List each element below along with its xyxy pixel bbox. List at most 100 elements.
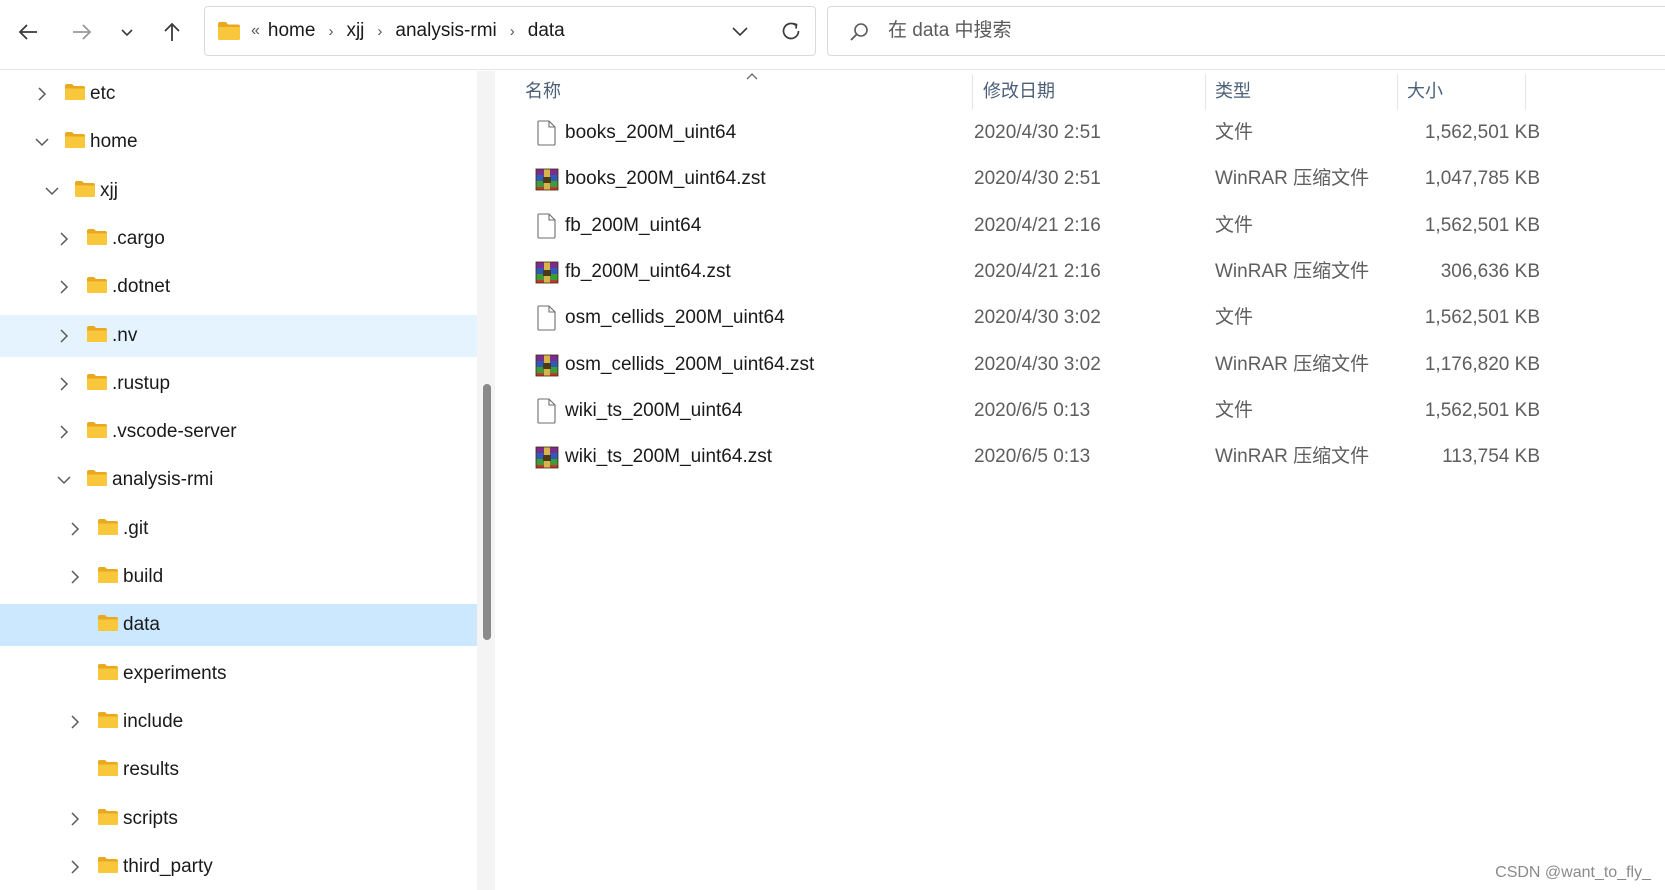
chevron-down-icon[interactable]: [730, 21, 750, 41]
tree-item-label: .git: [123, 517, 149, 539]
file-row[interactable]: wiki_ts_200M_uint64 2020/6/5 0:13 文件 1,562,…: [505, 387, 1665, 434]
chevron-right-icon[interactable]: [56, 424, 72, 440]
column-divider[interactable]: [1205, 74, 1206, 110]
tree-item-analysis-rmi[interactable]: analysis-rmi: [0, 459, 477, 501]
search-icon: [850, 23, 868, 41]
file-row[interactable]: books_200M_uint64 2020/4/30 2:51 文件 1,562,5…: [505, 109, 1665, 156]
chevron-right-icon[interactable]: [67, 811, 83, 827]
tree-item-etc[interactable]: etc: [0, 73, 477, 115]
file-size: 1,562,501 KB: [1424, 122, 1540, 143]
file-type: WinRAR 压缩文件: [1215, 260, 1370, 282]
tree-item-build[interactable]: build: [0, 556, 477, 598]
file-date: 2020/4/30 3:02: [974, 307, 1101, 329]
tree-item-label: .vscode-server: [112, 421, 237, 443]
chevron-right-icon[interactable]: [56, 279, 72, 295]
tree-item-results[interactable]: results: [0, 749, 477, 791]
breadcrumb-analysis-rmi[interactable]: analysis-rmi: [395, 20, 496, 42]
file-list: 名称 修改日期 类型 大小 books_200M_uint64 2020/4/30…: [505, 71, 1665, 890]
chevron-right-icon[interactable]: [34, 86, 50, 102]
folder-icon: [97, 614, 119, 632]
tree-item-home[interactable]: home: [0, 121, 477, 163]
file-date: 2020/6/5 0:13: [974, 446, 1091, 468]
file-icon: [535, 398, 559, 424]
file-size: 1,562,501 KB: [1424, 307, 1540, 329]
search-placeholder: 在 data 中搜索: [888, 20, 1012, 41]
breadcrumb-home[interactable]: home: [268, 20, 316, 42]
folder-icon: [86, 469, 108, 487]
file-row[interactable]: fb_200M_uint64 2020/4/21 2:16 文件 1,562,501 …: [505, 202, 1665, 249]
chevron-down-icon[interactable]: [56, 472, 72, 488]
folder-icon: [86, 373, 108, 391]
column-divider[interactable]: [1397, 74, 1398, 110]
file-type: 文件: [1215, 122, 1254, 143]
scrollbar-thumb[interactable]: [483, 384, 491, 640]
forward-button[interactable]: [62, 12, 102, 52]
chevron-right-icon[interactable]: [56, 328, 72, 344]
column-header-date[interactable]: 修改日期: [975, 71, 1205, 111]
chevron-right-icon[interactable]: [56, 231, 72, 247]
file-date: 2020/4/30 2:51: [974, 168, 1101, 190]
breadcrumb-separator-icon[interactable]: ›: [377, 23, 382, 40]
tree-item-experiments[interactable]: experiments: [0, 653, 477, 695]
back-button[interactable]: [8, 12, 48, 52]
breadcrumb-xjj[interactable]: xjj: [346, 20, 364, 42]
column-header-size[interactable]: 大小: [1399, 71, 1525, 111]
column-header-type[interactable]: 类型: [1207, 71, 1397, 111]
folder-icon: [97, 566, 119, 584]
file-name: wiki_ts_200M_uint64: [565, 399, 743, 421]
column-divider[interactable]: [1525, 74, 1526, 110]
tree-item-scripts[interactable]: scripts: [0, 798, 477, 840]
chevron-down-icon[interactable]: [34, 134, 50, 150]
tree-item-dot-git[interactable]: .git: [0, 508, 477, 550]
tree-item-data[interactable]: data: [0, 604, 477, 647]
watermark: CSDN @want_to_fly_: [1495, 864, 1651, 881]
chevron-down-icon: [121, 29, 133, 37]
file-name: fb_200M_uint64.zst: [565, 260, 731, 282]
tree-item-label: third_party: [123, 855, 213, 877]
tree-item-dot-rustup[interactable]: .rustup: [0, 363, 477, 405]
arrow-right-icon: [73, 24, 92, 40]
tree-item-dot-dotnet[interactable]: .dotnet: [0, 266, 477, 308]
search-box[interactable]: 在 data 中搜索: [827, 6, 1665, 56]
file-row[interactable]: wiki_ts_200M_uint64.zst 2020/6/5 0:13 WinR…: [505, 433, 1665, 480]
chevron-right-icon[interactable]: [67, 714, 83, 730]
folder-icon: [64, 83, 86, 101]
breadcrumb-separator-icon[interactable]: ›: [328, 23, 333, 40]
chevron-right-icon[interactable]: [56, 376, 72, 392]
file-name: wiki_ts_200M_uint64.zst: [565, 446, 772, 468]
tree-item-dot-nv[interactable]: .nv: [0, 314, 477, 357]
breadcrumb-data[interactable]: data: [528, 20, 565, 42]
tree-item-third-party[interactable]: third_party: [0, 846, 477, 888]
column-divider[interactable]: [972, 74, 973, 110]
file-date: 2020/4/30 3:02: [974, 353, 1101, 375]
arrow-left-icon: [18, 24, 37, 40]
chevron-right-icon[interactable]: [67, 859, 83, 875]
file-row[interactable]: books_200M_uint64.zst 2020/4/30 2:51 WinRA…: [505, 155, 1665, 202]
tree-item-label: include: [123, 710, 184, 732]
tree-item-xjj[interactable]: xjj: [0, 170, 477, 212]
refresh-icon[interactable]: [779, 19, 803, 43]
up-button[interactable]: [152, 12, 192, 52]
file-row[interactable]: fb_200M_uint64.zst 2020/4/21 2:16 WinRAR 压…: [505, 248, 1665, 295]
winrar-icon: [535, 444, 559, 470]
folder-icon: [64, 131, 86, 149]
file-type: WinRAR 压缩文件: [1215, 446, 1370, 468]
chevron-right-icon[interactable]: [67, 569, 83, 585]
tree-item-dot-cargo[interactable]: .cargo: [0, 218, 477, 260]
tree-item-label: .rustup: [112, 372, 171, 394]
chevron-right-icon[interactable]: [67, 521, 83, 537]
address-bar[interactable]: « home › xjj › analysis-rmi › data: [204, 6, 816, 56]
tree-item-include[interactable]: include: [0, 701, 477, 743]
breadcrumb-separator-icon[interactable]: ›: [510, 23, 515, 40]
file-date: 2020/4/21 2:16: [974, 214, 1101, 236]
file-row[interactable]: osm_cellids_200M_uint64.zst 2020/4/30 3:0…: [505, 341, 1665, 388]
tree-item-label: scripts: [123, 807, 178, 829]
folder-icon: [86, 421, 108, 439]
file-name: fb_200M_uint64: [565, 214, 702, 236]
file-row[interactable]: osm_cellids_200M_uint64 2020/4/30 3:02 文件 1…: [505, 294, 1665, 341]
file-icon: [535, 305, 559, 331]
chevron-down-icon[interactable]: [44, 183, 60, 199]
recent-locations-button[interactable]: [107, 12, 147, 52]
breadcrumb-overflow[interactable]: «: [251, 22, 260, 40]
tree-item-dot-vscode-server[interactable]: .vscode-server: [0, 411, 477, 453]
